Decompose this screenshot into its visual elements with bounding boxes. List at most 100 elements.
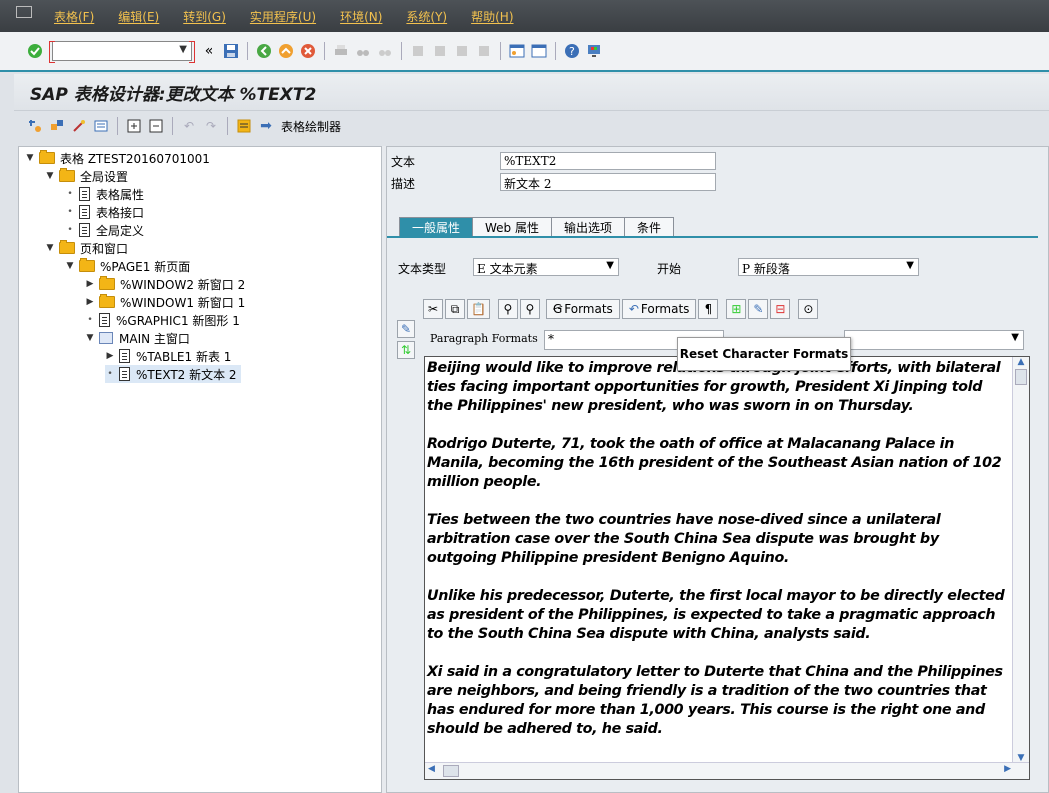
chevron-right-icon[interactable]: ▶ (85, 279, 95, 289)
separator (247, 42, 248, 60)
reset-formats-button[interactable]: ↶ Formats (621, 299, 697, 319)
exit-icon[interactable] (277, 42, 295, 60)
scroll-thumb[interactable] (1015, 369, 1027, 385)
chevron-down-icon[interactable]: ▼ (65, 261, 75, 271)
new-session-icon[interactable] (508, 42, 526, 60)
shortcut-icon[interactable] (530, 42, 548, 60)
form-painter-button[interactable]: 表格绘制器 (281, 118, 341, 135)
text-type-label: 文本类型 (398, 262, 447, 276)
navigation-tree: ▼ 表格 ZTEST20160701001 ▼ 全局设置 • 表格属性 • 表格接口 •… (18, 146, 382, 793)
arrow-right-icon[interactable]: ➡ (257, 117, 275, 135)
document-icon (79, 205, 90, 219)
display-change-icon[interactable] (48, 117, 66, 135)
chevron-down-icon[interactable]: ▼ (45, 243, 55, 253)
switch-editor-icon[interactable]: ⇅ (397, 341, 415, 359)
redo-icon[interactable]: ↷ (202, 117, 220, 135)
menu-environment[interactable]: 环境(N) (340, 8, 382, 25)
help-icon[interactable]: ? (563, 42, 581, 60)
tab-general-attributes[interactable]: 一般属性 (399, 217, 474, 237)
menu-edit[interactable]: 编辑(E) (118, 8, 159, 25)
main-window-icon (99, 332, 113, 344)
chevron-right-icon[interactable]: ▶ (85, 297, 95, 307)
tree-node-form-attributes[interactable]: • 表格属性 (65, 185, 144, 203)
menu-system[interactable]: 系统(Y) (406, 8, 447, 25)
command-field[interactable]: ▼ (49, 41, 195, 63)
menu-utilities[interactable]: 实用程序(U) (250, 8, 316, 25)
tree-node-pages-windows[interactable]: ▼ 页和窗口 (45, 239, 128, 257)
last-page-icon[interactable] (475, 42, 493, 60)
find-replace-icon[interactable]: ⚲ (519, 299, 540, 319)
text-name-field[interactable]: %TEXT2 (500, 152, 716, 170)
delete-field-icon[interactable]: ⊟ (770, 299, 791, 319)
tree-node-form-interface[interactable]: • 表格接口 (65, 203, 144, 221)
tab-output-options[interactable]: 输出选项 (551, 217, 626, 237)
text-type-select[interactable]: E 文本元素 ▼ (473, 258, 619, 276)
scroll-up-icon[interactable]: ▲ (1013, 357, 1029, 367)
tree-node-graphic1[interactable]: • %GRAPHIC1 新图形 1 (85, 311, 240, 329)
description-field[interactable]: 新文本 2 (500, 173, 716, 191)
paragraph: Rodrigo Duterte, 71, took the oath of of… (427, 436, 1002, 490)
find-icon[interactable] (354, 42, 372, 60)
insert-field-icon[interactable]: ⊞ (726, 299, 747, 319)
vertical-scrollbar[interactable]: ▲ ▼ (1012, 357, 1029, 763)
test-icon[interactable] (92, 117, 110, 135)
other-form-icon[interactable] (26, 117, 44, 135)
find-next-icon[interactable] (376, 42, 394, 60)
edit-pencil-icon[interactable]: ✎ (397, 320, 415, 338)
tree-node-page1[interactable]: ▼ %PAGE1 新页面 (65, 257, 190, 275)
enter-check-icon[interactable] (26, 42, 44, 60)
tab-web-attributes[interactable]: Web 属性 (472, 217, 552, 237)
chevron-down-icon[interactable]: ▼ (179, 44, 187, 55)
horizontal-scrollbar[interactable]: ◀ ▶ (425, 762, 1029, 779)
text-editor[interactable]: Beijing would like to improve relations … (424, 356, 1030, 780)
tree-node-window1[interactable]: ▶ %WINDOW1 新窗口 1 (85, 293, 245, 311)
activate-icon[interactable] (70, 117, 88, 135)
copy-icon[interactable]: ⧉ (445, 299, 465, 319)
chevron-right-icon[interactable]: ▶ (105, 351, 115, 361)
collapse-icon[interactable] (147, 117, 165, 135)
chevron-down-icon[interactable]: ▼ (25, 153, 35, 163)
cut-icon[interactable]: ✂ (423, 299, 443, 319)
chevron-down-icon[interactable]: ▼ (45, 171, 55, 181)
tree-node-window2[interactable]: ▶ %WINDOW2 新窗口 2 (85, 275, 245, 293)
pilcrow-icon[interactable]: ¶ (698, 299, 719, 319)
chevron-down-icon[interactable]: ▼ (85, 333, 95, 343)
expand-icon[interactable] (125, 117, 143, 135)
menu-goto[interactable]: 转到(G) (183, 8, 226, 25)
find-icon[interactable]: ⚲ (497, 299, 518, 319)
undo-icon[interactable]: ↶ (180, 117, 198, 135)
tree-node-text2[interactable]: • %TEXT2 新文本 2 (105, 365, 241, 383)
menu-help[interactable]: 帮助(H) (471, 8, 513, 25)
tree-node-global-settings[interactable]: ▼ 全局设置 (45, 167, 128, 185)
scroll-right-icon[interactable]: ▶ (1004, 764, 1011, 774)
scroll-left-icon[interactable]: ◀ (428, 764, 435, 774)
save-icon[interactable] (222, 42, 240, 60)
system-menu-icon[interactable] (16, 6, 32, 18)
double-left-icon[interactable]: « (200, 42, 218, 60)
cancel-icon[interactable] (299, 42, 317, 60)
tree-node-main[interactable]: ▼ MAIN 主窗口 (85, 329, 190, 347)
menu-form[interactable]: 表格(F) (54, 8, 94, 25)
print-icon[interactable] (332, 42, 350, 60)
tree-node-table1[interactable]: ▶ %TABLE1 新表 1 (105, 347, 231, 365)
first-page-icon[interactable] (409, 42, 427, 60)
customize-layout-icon[interactable] (585, 42, 603, 60)
field-list-icon[interactable] (235, 117, 253, 135)
back-icon[interactable] (255, 42, 273, 60)
next-page-icon[interactable] (453, 42, 471, 60)
folder-icon (39, 150, 55, 164)
tab-conditions[interactable]: 条件 (624, 217, 675, 237)
previous-page-icon[interactable] (431, 42, 449, 60)
tree-node-root[interactable]: ▼ 表格 ZTEST20160701001 (25, 149, 210, 167)
table-icon (119, 349, 130, 363)
edit-field-icon[interactable]: ✎ (748, 299, 769, 319)
separator (227, 117, 228, 135)
formats-button[interactable]: Ꞡ Formats (545, 299, 620, 319)
character-formats-select[interactable]: ▼ (844, 330, 1024, 350)
paste-icon[interactable]: 📋 (467, 299, 490, 319)
editor-content[interactable]: Beijing would like to improve relations … (427, 359, 1012, 758)
zoom-icon[interactable]: ⊙ (798, 299, 819, 319)
start-select[interactable]: P 新段落 ▼ (738, 258, 919, 276)
tree-node-global-definitions[interactable]: • 全局定义 (65, 221, 144, 239)
scroll-thumb[interactable] (443, 765, 459, 777)
